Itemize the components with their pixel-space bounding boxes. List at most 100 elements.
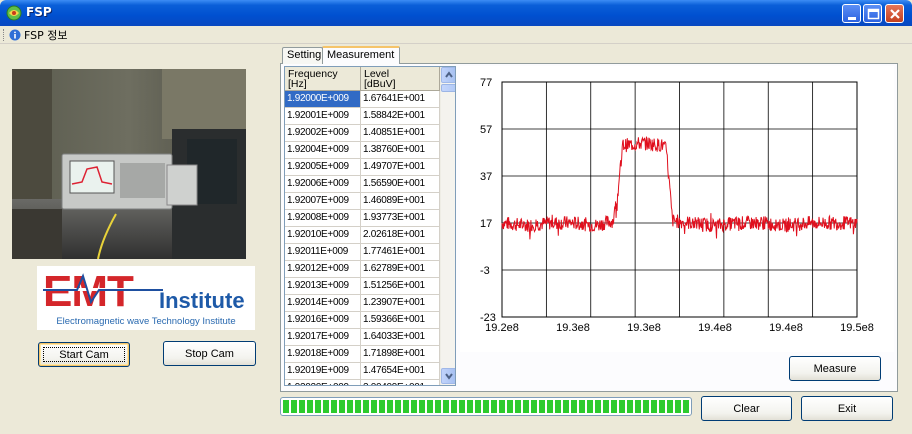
x-tick-label: 19.3e8 <box>627 322 661 334</box>
frequency-cell[interactable]: 1.92012E+009 <box>285 261 361 278</box>
level-cell[interactable]: 2.02618E+001 <box>361 227 440 244</box>
table-row[interactable]: 1.92012E+009 1.62789E+001 <box>285 261 440 278</box>
measure-button[interactable]: Measure <box>789 356 881 381</box>
maximize-icon <box>867 8 880 20</box>
camera-view <box>12 69 246 259</box>
table-header: Frequency [Hz] Level [dBuV] <box>285 67 440 91</box>
menu-grip <box>3 29 6 41</box>
tab-measurement[interactable]: Measurement <box>322 46 400 64</box>
title-bar[interactable]: FSP <box>0 0 912 26</box>
clear-button[interactable]: Clear <box>701 396 792 421</box>
close-button[interactable] <box>885 4 904 23</box>
table-row[interactable]: 1.92005E+009 1.49707E+001 <box>285 159 440 176</box>
scroll-down-button[interactable] <box>441 368 455 384</box>
table-row[interactable]: 1.92007E+009 1.46089E+001 <box>285 193 440 210</box>
level-cell[interactable]: 1.64033E+001 <box>361 329 440 346</box>
frequency-cell[interactable]: 1.92013E+009 <box>285 278 361 295</box>
table-row[interactable]: 1.92011E+009 1.77461E+001 <box>285 244 440 261</box>
logo-tagline: Electromagnetic wave Technology Institut… <box>56 316 236 327</box>
clear-label: Clear <box>733 402 760 415</box>
table-row[interactable]: 1.92019E+009 1.47654E+001 <box>285 363 440 380</box>
tab-setting-label: Setting <box>287 49 322 61</box>
y-tick-label: 17 <box>480 218 492 230</box>
x-tick-label: 19.5e8 <box>840 322 874 334</box>
close-icon <box>890 9 900 19</box>
level-cell[interactable]: 1.62789E+001 <box>361 261 440 278</box>
table-row[interactable]: 1.92020E+0092.00409E+001 <box>285 380 440 385</box>
start-cam-button[interactable]: Start Cam <box>38 342 130 367</box>
exit-label: Exit <box>837 402 857 415</box>
column-header-level[interactable]: Level [dBuV] <box>361 67 440 91</box>
frequency-cell[interactable]: 1.92008E+009 <box>285 210 361 227</box>
frequency-cell[interactable]: 1.92017E+009 <box>285 329 361 346</box>
frequency-cell[interactable]: 1.92004E+009 <box>285 142 361 159</box>
table-row[interactable]: 1.92010E+009 2.02618E+001 <box>285 227 440 244</box>
level-cell[interactable]: 1.38760E+001 <box>361 142 440 159</box>
progress-fill <box>283 400 689 413</box>
frequency-cell[interactable]: 1.92018E+009 <box>285 346 361 363</box>
y-tick-label: -3 <box>480 265 490 277</box>
level-cell[interactable]: 1.77461E+001 <box>361 244 440 261</box>
tab-setting[interactable]: Setting <box>282 47 323 64</box>
level-cell[interactable]: 1.49707E+001 <box>361 159 440 176</box>
frequency-cell[interactable]: 1.92005E+009 <box>285 159 361 176</box>
frequency-cell[interactable]: 1.92001E+009 <box>285 108 361 125</box>
menu-item-fsp-info[interactable]: FSP 정보 <box>9 28 68 42</box>
minimize-button[interactable] <box>842 4 861 23</box>
minimize-icon <box>848 17 856 20</box>
measurement-table[interactable]: Frequency [Hz] Level [dBuV] 1.92000E+009… <box>284 66 456 386</box>
level-cell[interactable]: 1.40851E+001 <box>361 125 440 142</box>
frequency-cell[interactable]: 1.92010E+009 <box>285 227 361 244</box>
x-tick-label: 19.3e8 <box>556 322 590 334</box>
menu-item-label: FSP 정보 <box>24 29 68 42</box>
y-tick-label: 37 <box>480 171 492 183</box>
level-cell[interactable]: 1.23907E+001 <box>361 295 440 312</box>
frequency-cell[interactable]: 1.92000E+009 <box>285 91 361 108</box>
app-icon <box>6 5 22 21</box>
frequency-cell[interactable]: 1.92020E+009 <box>285 380 361 385</box>
frequency-cell[interactable]: 1.92019E+009 <box>285 363 361 380</box>
table-row[interactable]: 1.92001E+009 1.58842E+001 <box>285 108 440 125</box>
level-cell[interactable]: 1.67641E+001 <box>361 91 440 108</box>
emt-logo-graphic: EMT Institute <box>43 267 245 316</box>
level-cell[interactable]: 1.59366E+001 <box>361 312 440 329</box>
info-icon <box>9 29 21 41</box>
table-row[interactable]: 1.92002E+009 1.40851E+001 <box>285 125 440 142</box>
maximize-button[interactable] <box>863 4 882 23</box>
table-row[interactable]: 1.92013E+009 1.51256E+001 <box>285 278 440 295</box>
x-tick-label: 19.4e8 <box>698 322 732 334</box>
table-row[interactable]: 1.92008E+009 1.93773E+001 <box>285 210 440 227</box>
level-cell[interactable]: 1.46089E+001 <box>361 193 440 210</box>
level-cell[interactable]: 1.47654E+001 <box>361 363 440 380</box>
emt-institute-logo: EMT Institute Electromagnetic wave Techn… <box>37 266 255 330</box>
level-cell[interactable]: 1.58842E+001 <box>361 108 440 125</box>
level-cell[interactable]: 1.93773E+001 <box>361 210 440 227</box>
table-row[interactable]: 1.92016E+009 1.59366E+001 <box>285 312 440 329</box>
level-cell[interactable]: 1.71898E+001 <box>361 346 440 363</box>
column-header-frequency[interactable]: Frequency [Hz] <box>285 67 361 91</box>
scroll-up-button[interactable] <box>441 67 455 83</box>
stop-cam-button[interactable]: Stop Cam <box>163 341 256 366</box>
table-scrollbar[interactable] <box>440 67 455 385</box>
level-cell[interactable]: 1.51256E+001 <box>361 278 440 295</box>
tab-measurement-label: Measurement <box>327 49 395 61</box>
camera-image <box>12 69 246 259</box>
spectrum-chart: 77 57 37 17 -3 -23 19.2e8 19.3e8 19.3e8 19.4e8 19.… <box>460 66 894 352</box>
frequency-cell[interactable]: 1.92016E+009 <box>285 312 361 329</box>
table-row[interactable]: 1.92004E+009 1.38760E+001 <box>285 142 440 159</box>
frequency-cell[interactable]: 1.92011E+009 <box>285 244 361 261</box>
scroll-thumb[interactable] <box>441 84 455 92</box>
frequency-cell[interactable]: 1.92014E+009 <box>285 295 361 312</box>
exit-button[interactable]: Exit <box>801 396 893 421</box>
measure-label: Measure <box>813 362 857 375</box>
frequency-cell[interactable]: 1.92007E+009 <box>285 193 361 210</box>
table-row[interactable]: 1.92000E+009 1.67641E+001 <box>285 91 440 108</box>
table-row[interactable]: 1.92006E+009 1.56590E+001 <box>285 176 440 193</box>
table-row[interactable]: 1.92017E+009 1.64033E+001 <box>285 329 440 346</box>
frequency-cell[interactable]: 1.92006E+009 <box>285 176 361 193</box>
table-row[interactable]: 1.92014E+009 1.23907E+001 <box>285 295 440 312</box>
frequency-cell[interactable]: 1.92002E+009 <box>285 125 361 142</box>
level-cell[interactable]: 2.00409E+001 <box>361 380 440 385</box>
level-cell[interactable]: 1.56590E+001 <box>361 176 440 193</box>
table-row[interactable]: 1.92018E+009 1.71898E+001 <box>285 346 440 363</box>
